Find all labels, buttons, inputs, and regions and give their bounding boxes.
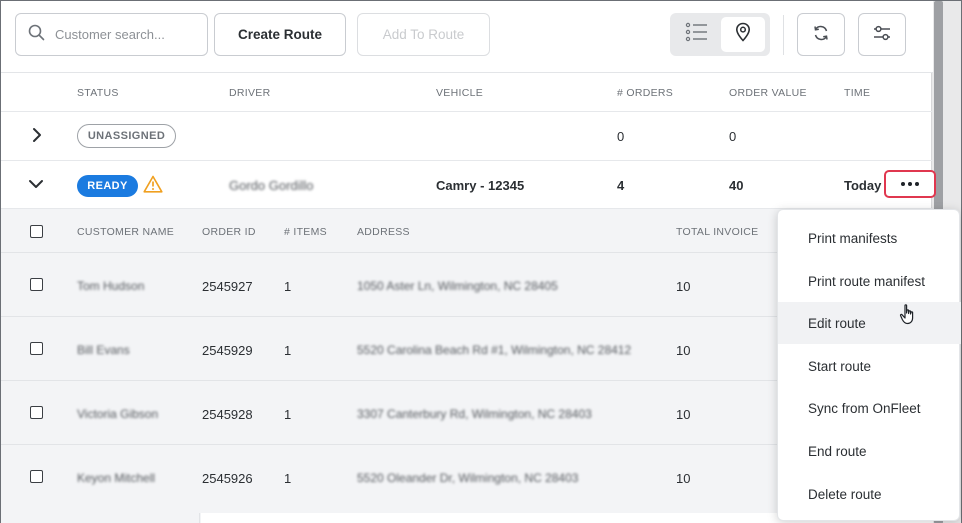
- header-order-value[interactable]: ORDER VALUE: [729, 87, 807, 99]
- chevron-down-icon[interactable]: [28, 177, 44, 195]
- order-checkbox[interactable]: [30, 278, 43, 291]
- filter-icon: [872, 24, 892, 45]
- order-address: 5520 Carolina Beach Rd #1, Wilmington, N…: [357, 343, 632, 357]
- search-box[interactable]: [15, 13, 208, 56]
- menu-item-print-route-manifest[interactable]: Print route manifest: [778, 260, 961, 302]
- order-items: 1: [284, 279, 292, 294]
- menu-item-start-route[interactable]: Start route: [778, 345, 961, 387]
- menu-item-delete-route[interactable]: Delete route: [778, 473, 961, 515]
- header-vehicle[interactable]: VEHICLE: [436, 87, 483, 99]
- refresh-button[interactable]: [797, 13, 845, 56]
- header-orders[interactable]: # ORDERS: [617, 87, 673, 99]
- header-status[interactable]: STATUS: [77, 87, 119, 99]
- create-route-button[interactable]: Create Route: [214, 13, 346, 56]
- pointer-cursor-icon: [899, 303, 917, 330]
- order-customer-name: Bill Evans: [77, 343, 130, 357]
- header-driver[interactable]: DRIVER: [229, 87, 270, 99]
- order-items: 1: [284, 471, 292, 486]
- route-order-value: 40: [729, 178, 744, 193]
- more-actions-button[interactable]: [884, 170, 936, 198]
- route-time: Today 1: [844, 178, 884, 193]
- order-id: 2545928: [202, 407, 253, 422]
- header-customer-name[interactable]: CUSTOMER NAME: [77, 226, 174, 238]
- route-actions-menu: Print manifests Print route manifest Edi…: [777, 209, 961, 521]
- order-customer-name: Keyon Mitchell: [77, 471, 156, 485]
- map-view-button[interactable]: [721, 17, 765, 52]
- order-customer-name: Tom Hudson: [77, 279, 145, 293]
- list-view-icon: [685, 22, 709, 47]
- order-address: 3307 Canterbury Rd, Wilmington, NC 28403: [357, 407, 592, 421]
- status-badge-unassigned: UNASSIGNED: [77, 124, 176, 148]
- table-footer-edge: [64, 513, 200, 523]
- order-invoice: 10: [676, 407, 691, 422]
- toolbar: Create Route Add To Route: [1, 1, 933, 73]
- refresh-icon: [812, 24, 830, 45]
- toolbar-divider: [783, 15, 784, 55]
- header-total-invoice[interactable]: TOTAL INVOICE: [676, 226, 758, 238]
- order-items: 1: [284, 343, 292, 358]
- search-input[interactable]: [55, 27, 195, 42]
- select-all-checkbox[interactable]: [30, 225, 43, 238]
- more-dots-icon: [901, 182, 919, 186]
- status-badge-ready: READY: [77, 175, 138, 197]
- route-orders-count: 4: [617, 178, 625, 193]
- header-time[interactable]: TIME: [844, 87, 870, 99]
- map-pin-icon: [735, 22, 751, 47]
- route-driver-name: Gordo Gordillo: [229, 178, 314, 193]
- order-customer-name: Victoria Gibson: [77, 407, 159, 421]
- list-view-button[interactable]: [676, 18, 718, 51]
- header-items[interactable]: # ITEMS: [284, 226, 327, 238]
- order-checkbox[interactable]: [30, 342, 43, 355]
- menu-item-print-manifests[interactable]: Print manifests: [778, 217, 961, 259]
- order-address: 5520 Oleander Dr, Wilmington, NC 28403: [357, 471, 579, 485]
- routes-table-header: STATUS DRIVER VEHICLE # ORDERS ORDER VAL…: [1, 73, 933, 112]
- order-id: 2545927: [202, 279, 253, 294]
- route-orders-count: 0: [617, 129, 625, 144]
- order-id: 2545929: [202, 343, 253, 358]
- order-checkbox[interactable]: [30, 406, 43, 419]
- app-frame: Create Route Add To Route: [0, 0, 962, 523]
- route-row-ready[interactable]: READY Gordo Gordillo Camry - 12345 4 40: [1, 161, 933, 209]
- menu-item-sync-onfleet[interactable]: Sync from OnFleet: [778, 387, 961, 429]
- order-invoice: 10: [676, 471, 691, 486]
- order-checkbox[interactable]: [30, 470, 43, 483]
- view-toggle: [670, 13, 770, 56]
- chevron-right-icon[interactable]: [31, 127, 43, 148]
- order-id: 2545926: [202, 471, 253, 486]
- order-invoice: 10: [676, 279, 691, 294]
- menu-item-end-route[interactable]: End route: [778, 430, 961, 472]
- header-order-id[interactable]: ORDER ID: [202, 226, 256, 238]
- route-order-value: 0: [729, 129, 737, 144]
- route-vehicle: Camry - 12345: [436, 178, 525, 193]
- warning-icon: [143, 175, 163, 198]
- search-icon: [28, 24, 45, 46]
- order-items: 1: [284, 407, 292, 422]
- order-invoice: 10: [676, 343, 691, 358]
- menu-item-edit-route[interactable]: Edit route: [778, 302, 961, 344]
- order-address: 1050 Aster Ln, Wilmington, NC 28405: [357, 279, 558, 293]
- add-to-route-button[interactable]: Add To Route: [357, 13, 490, 56]
- route-row-unassigned[interactable]: UNASSIGNED 0 0: [1, 112, 933, 161]
- header-address[interactable]: ADDRESS: [357, 226, 410, 238]
- filter-settings-button[interactable]: [858, 13, 906, 56]
